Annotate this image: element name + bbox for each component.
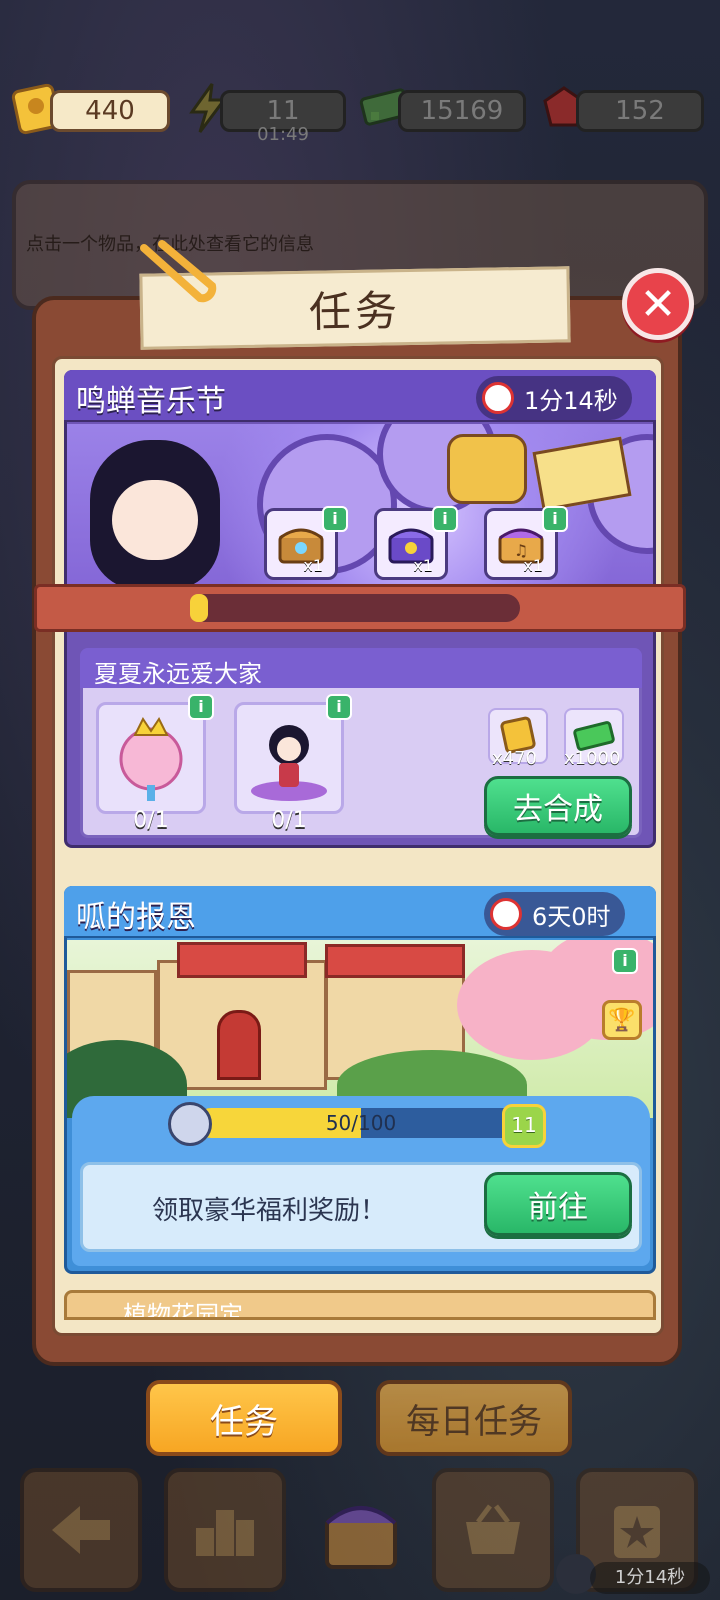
leaderboard-button[interactable] [164,1468,286,1592]
tab-tasks[interactable]: 任务 [146,1380,342,1456]
tab-daily-tasks[interactable]: 每日任务 [376,1380,572,1456]
level-badge: 11 [502,1104,546,1148]
ticket-counter[interactable]: 440 [10,83,170,135]
singer-face [112,480,198,560]
event-chest-button[interactable] [306,1484,416,1580]
bottom-event-timer: 1分14秒 [590,1562,710,1594]
shop-button[interactable] [432,1468,554,1592]
cash-value: 15169 [398,90,526,132]
mansion-door [217,1010,261,1080]
event-timer: 1分14秒 [476,376,632,420]
mansion-garden-scene [67,940,653,1118]
chest-count: x1 [523,556,543,575]
info-icon[interactable]: i [542,506,568,532]
clock-icon [482,382,514,414]
paperclip-icon [130,240,220,310]
trophy-icon[interactable]: 🏆 [602,1000,642,1040]
info-icon[interactable]: i [612,948,638,974]
event-card-plant-garden[interactable]: 植物花园定 [64,1290,656,1320]
info-icon[interactable]: i [188,694,214,720]
gift-chest-icon [325,1506,397,1569]
close-icon: ✕ [639,278,677,330]
performer-figure [447,434,527,504]
close-button[interactable]: ✕ [622,268,694,340]
info-icon[interactable]: i [432,506,458,532]
energy-counter[interactable]: 11 01:49 [180,83,348,145]
requirement-count: 0/1 [133,808,169,833]
reward-count: x1000 [564,748,621,769]
requirement-count: 0/1 [271,808,307,833]
music-note-icon [168,1102,212,1146]
event-progress-track [190,594,520,622]
event-title: 呱的报恩 [76,900,196,935]
basket-icon [466,1504,520,1554]
energy-timer: 01:49 [257,124,309,145]
cash-counter[interactable]: 15169 [358,88,528,132]
chest-count: x1 [303,556,323,575]
mansion-roof [177,942,307,978]
mansion-roof [325,944,465,978]
info-icon[interactable]: i [326,694,352,720]
subtask-title: 夏夏永远爱大家 [94,660,262,688]
podium-icon [196,1510,254,1556]
event-timer-text: 1分14秒 [524,386,618,415]
clipboard-star-icon [614,1506,660,1558]
info-icon[interactable]: i [322,506,348,532]
reward-count: x470 [492,748,538,769]
event-progress-text: 50/100 [325,1111,397,1135]
arrow-left-icon [52,1506,110,1554]
event-title: 鸣蝉音乐节 [76,384,226,419]
craft-button[interactable]: 去合成 [484,776,632,836]
event-progress-fill [190,594,208,622]
clock-icon [490,898,522,930]
go-button[interactable]: 前往 [484,1172,632,1236]
gem-counter[interactable]: 152 [536,86,706,132]
event-timer: 6天0时 [484,892,625,936]
deluxe-reward-label: 领取豪华福利奖励！ [152,1196,387,1226]
back-button[interactable] [20,1468,142,1592]
ticket-value: 440 [50,90,170,132]
chest-count: x1 [413,556,433,575]
gem-value: 152 [576,90,704,132]
event-timer-text: 6天0时 [532,902,611,931]
event-title: 植物花园定 [123,1301,243,1320]
